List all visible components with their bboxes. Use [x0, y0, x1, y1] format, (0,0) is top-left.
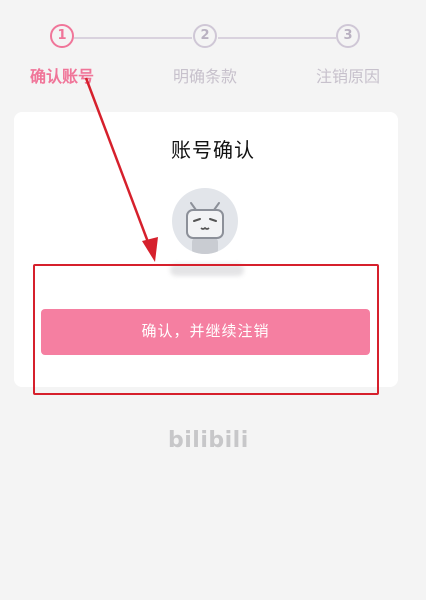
annotation-arrow-icon [84, 77, 158, 262]
bilibili-logo: bilibili [168, 428, 249, 453]
